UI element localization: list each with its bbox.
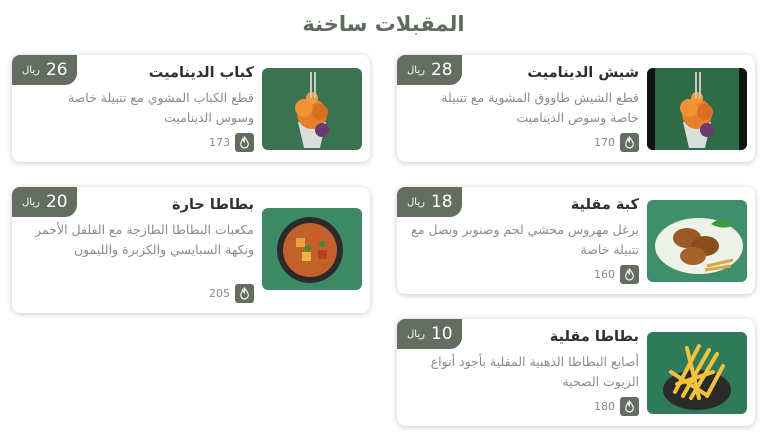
flame-icon [620,133,639,152]
section-title: المقبلات ساخنة [302,12,465,36]
flame-icon [235,133,254,152]
price-tag: ريال 26 [12,55,77,85]
price-value: 26 [45,60,68,80]
calories-row: 160 [594,265,639,284]
currency-label: ريال [407,196,425,208]
food-image [262,68,362,150]
calories-row: 180 [594,397,639,416]
item-name: شيش الديناميت [527,65,639,81]
price-value: 20 [45,192,68,212]
menu-item-card[interactable]: ريال 28 شيش الديناميت قطع الشيش طاووق ال… [397,55,755,162]
item-name: كبة مقلية [570,197,639,213]
item-description: قطع الشيش طاووق المشوية مع تتبيلة خاصة و… [441,90,639,125]
calories-row: 170 [594,133,639,152]
food-image [647,332,747,414]
currency-label: ريال [22,64,40,76]
currency-label: ريال [407,328,425,340]
price-tag: ريال 18 [397,187,462,217]
flame-icon [620,397,639,416]
calories-row: 205 [209,284,254,303]
flame-icon [235,284,254,303]
calories-value: 205 [209,287,230,300]
flame-icon [620,265,639,284]
calories-value: 160 [594,268,615,281]
price-value: 18 [430,192,453,212]
price-tag: ريال 10 [397,319,462,349]
menu-item-card[interactable]: ريال 10 بطاطا مقلية أصابع البطاطا الذهبي… [397,319,755,426]
currency-label: ريال [407,64,425,76]
calories-value: 173 [209,136,230,149]
menu-item-card[interactable]: ريال 18 كبة مقلية برغل مهروس محشي لحم وص… [397,187,755,294]
food-image [647,200,747,282]
menu-item-card[interactable]: ريال 20 بطاطا حارة مكعبات البطاطا الطازج… [12,187,370,313]
item-name: بطاطا مقلية [549,329,639,345]
currency-label: ريال [22,196,40,208]
price-value: 10 [430,324,453,344]
calories-value: 170 [594,136,615,149]
calories-value: 180 [594,400,615,413]
calories-row: 173 [209,133,254,152]
price-tag: ريال 28 [397,55,462,85]
item-description: أصابع البطاطا الذهبية المقلية بأجود أنوا… [430,354,639,389]
item-name: بطاطا حارة [172,197,254,213]
food-image [647,68,747,150]
price-tag: ريال 20 [12,187,77,217]
price-value: 28 [430,60,453,80]
item-description: قطع الكباب المشوي مع تتبيلة خاصة وسوس ال… [67,90,254,125]
item-name: كباب الديناميت [148,65,254,81]
item-description: برغل مهروس محشي لحم وصنوبر وبصل مع تتبيل… [411,222,639,257]
item-description: مكعبات البطاطا الطازجة مع الفلفل الأحمر … [35,222,254,257]
food-image [262,208,362,290]
menu-item-card[interactable]: ريال 26 كباب الديناميت قطع الكباب المشوي… [12,55,370,162]
